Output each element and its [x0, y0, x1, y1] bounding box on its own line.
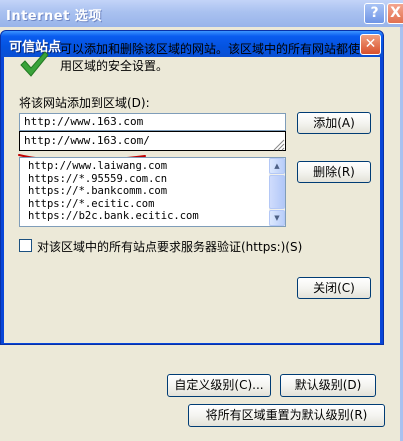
list-item[interactable]: https://*.95559.com.cn [28, 173, 199, 186]
dialog-description: 可以添加和删除该区域的网站。该区域中的所有网站都使用区域的安全设置。 [60, 42, 361, 73]
background-window-title: Internet 选项 [6, 9, 102, 24]
list-item[interactable]: https://*.bankcomm.com [28, 185, 199, 198]
background-window-titlebar: Internet 选项 ? X [0, 0, 403, 27]
sites-list[interactable]: http://www.laiwang.com https://*.95559.c… [19, 157, 286, 227]
autocomplete-suggestion[interactable]: http://www.163.com/ [19, 131, 286, 151]
scroll-down-arrow-icon[interactable]: ▼ [269, 210, 285, 226]
scroll-up-arrow-icon[interactable]: ▲ [269, 158, 285, 174]
reset-all-zones-button[interactable]: 将所有区域重置为默认级别(R) [188, 404, 385, 427]
check-icon [20, 51, 49, 77]
list-item[interactable]: https://*.ecitic.com [28, 198, 199, 211]
default-level-button[interactable]: 默认级别(D) [280, 374, 376, 397]
https-verification-label[interactable]: 对该区域中的所有站点要求服务器验证(https:)(S) [37, 238, 302, 255]
sites-list-scrollbar[interactable]: ▲ ▼ [269, 158, 285, 226]
background-close-button[interactable]: X [387, 3, 403, 24]
list-item[interactable]: https://b2c.bank.ecitic.com [28, 210, 199, 223]
add-site-label: 将该网站添加到区域(D): [19, 96, 150, 110]
add-button[interactable]: 添加(A) [297, 112, 371, 134]
remove-button[interactable]: 删除(R) [297, 161, 371, 183]
close-dialog-button[interactable]: 关闭(C) [297, 277, 371, 299]
help-button[interactable]: ? [364, 3, 385, 24]
resize-grip-icon [273, 139, 285, 151]
https-verification-checkbox[interactable] [19, 239, 32, 252]
site-url-input[interactable]: http://www.163.com [19, 113, 286, 131]
custom-level-button[interactable]: 自定义级别(C)... [167, 374, 271, 397]
list-item[interactable]: http://www.laiwang.com [28, 160, 199, 173]
scrollbar-thumb[interactable] [269, 175, 285, 209]
